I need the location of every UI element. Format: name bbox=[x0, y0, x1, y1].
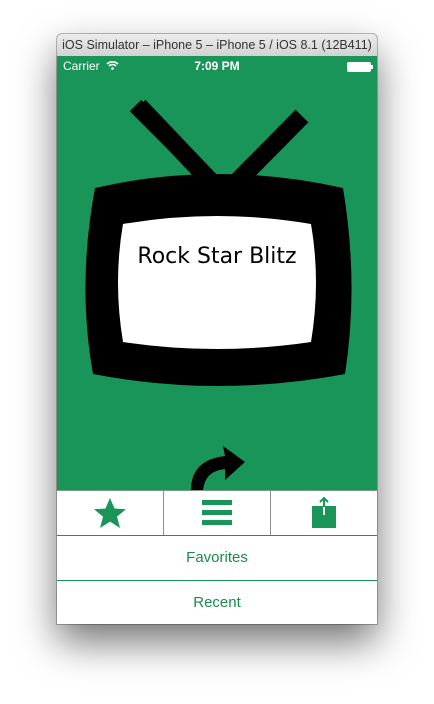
list-icon bbox=[202, 500, 232, 525]
favorites-tab-button[interactable] bbox=[57, 491, 164, 535]
window-title: iOS Simulator – iPhone 5 – iPhone 5 / iO… bbox=[57, 34, 377, 57]
refresh-icon[interactable] bbox=[185, 438, 249, 490]
status-bar: Carrier 7:09 PM bbox=[57, 56, 377, 76]
simulator-window: iOS Simulator – iPhone 5 – iPhone 5 / iO… bbox=[57, 34, 377, 624]
share-tab-button[interactable] bbox=[271, 491, 377, 535]
share-icon bbox=[312, 497, 336, 528]
status-time: 7:09 PM bbox=[194, 59, 240, 73]
tab-toolbar bbox=[57, 490, 377, 535]
star-icon bbox=[94, 498, 126, 528]
menu-item-recent[interactable]: Recent bbox=[57, 580, 377, 624]
list-tab-button[interactable] bbox=[164, 491, 271, 535]
tv-title: Rock Star Blitz bbox=[137, 244, 297, 269]
phone-screen: Carrier 7:09 PM Rock Star Blitz Favorite… bbox=[57, 56, 377, 624]
battery-icon bbox=[347, 62, 373, 72]
tv-icon bbox=[85, 99, 352, 386]
menu-item-favorites[interactable]: Favorites bbox=[57, 535, 377, 580]
